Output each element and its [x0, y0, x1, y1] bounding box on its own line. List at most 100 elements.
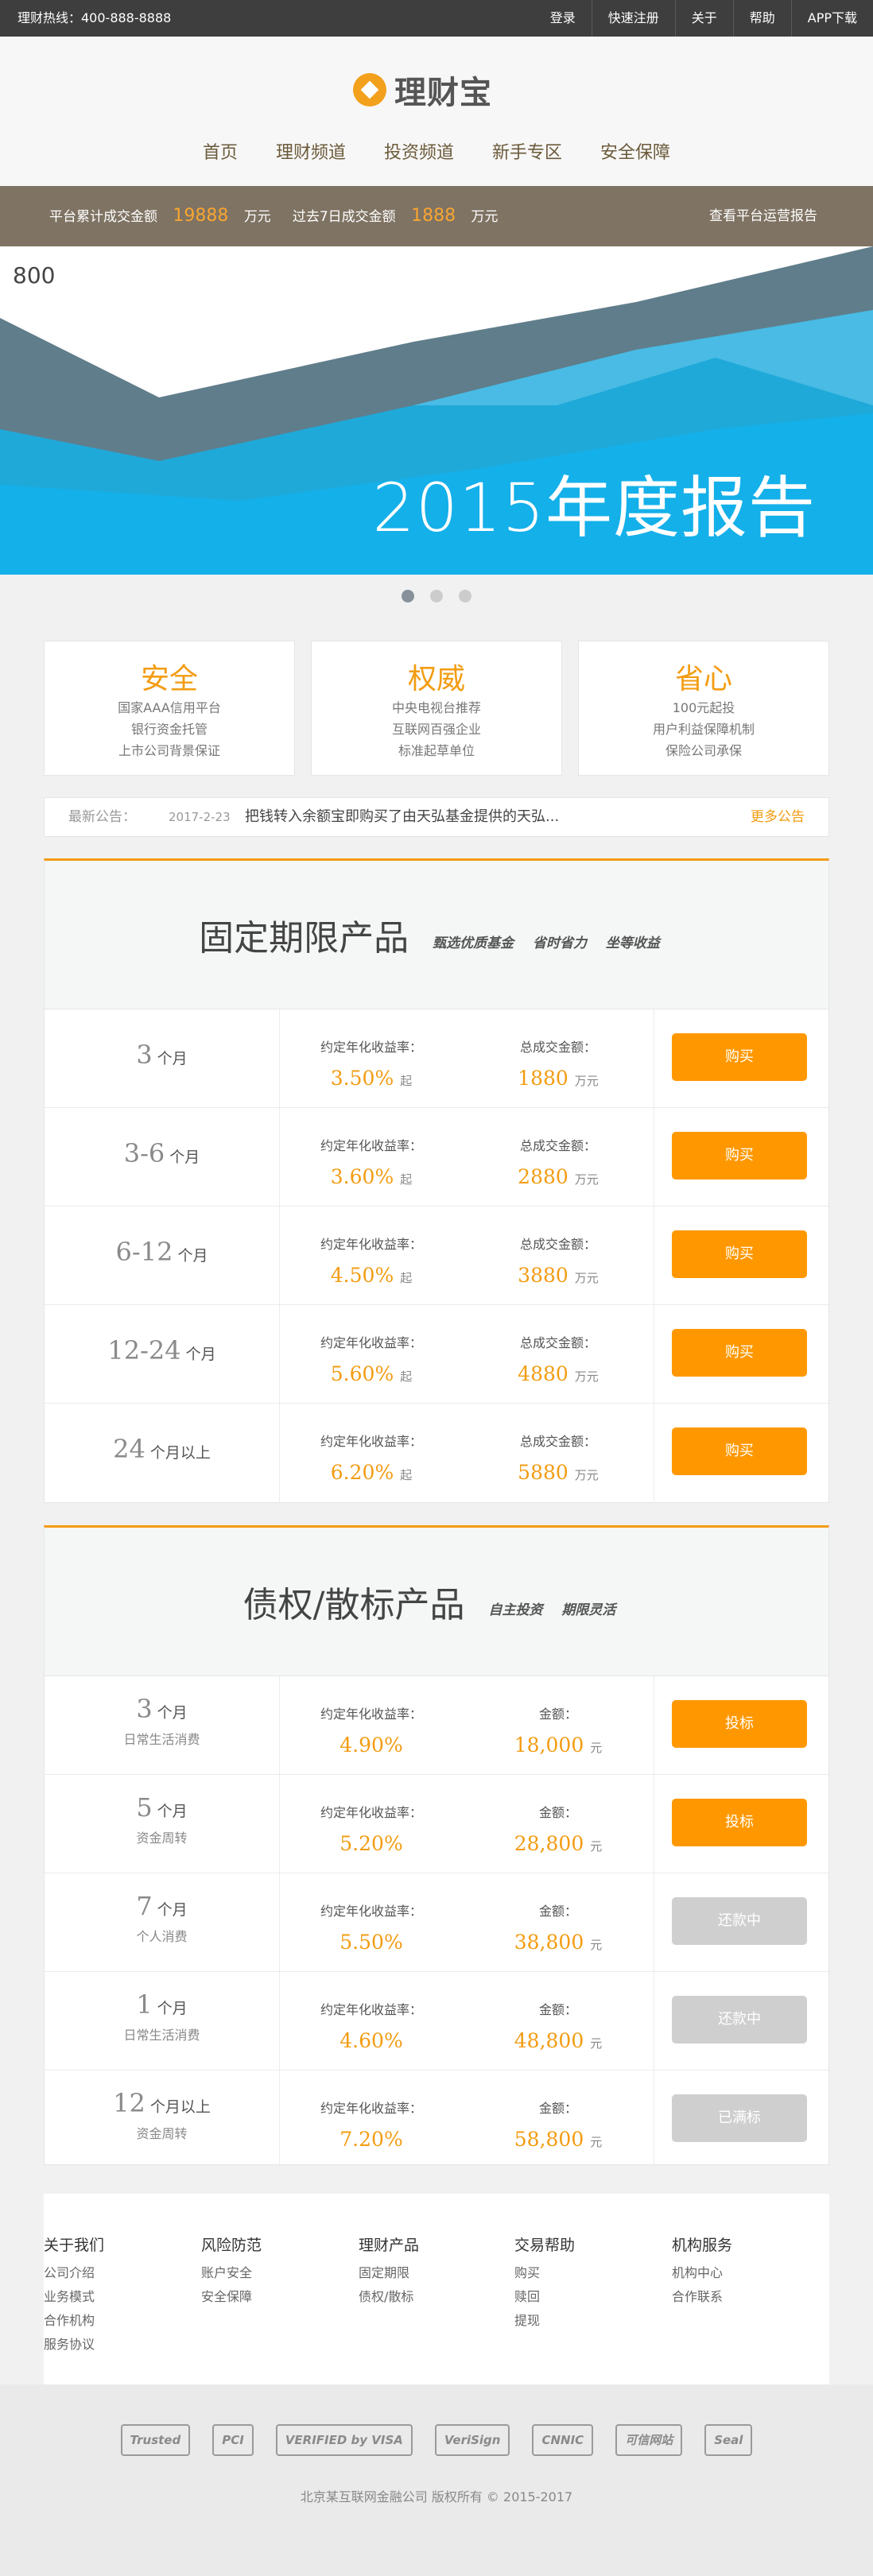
logo[interactable]: 理财宝	[353, 67, 492, 113]
app-download-link[interactable]: APP下载	[790, 0, 873, 37]
amount-value: 2880 万元	[518, 1165, 599, 1188]
footer-link[interactable]: 债权/散标	[359, 2285, 510, 2309]
term-value: 3-6	[123, 1138, 165, 1168]
nav-newbie[interactable]: 新手专区	[492, 138, 562, 164]
nav-home[interactable]: 首页	[203, 138, 238, 164]
amount-unit: 元	[590, 1839, 603, 1854]
product-action: 购买	[654, 1009, 828, 1107]
footer-col-help: 交易帮助 购买 赎回 提现	[514, 2233, 665, 2333]
footer-link[interactable]: 赎回	[514, 2285, 665, 2309]
rate-suffix: 起	[400, 1172, 413, 1187]
footer-link[interactable]: 固定期限	[359, 2261, 510, 2285]
buy-button[interactable]: 购买	[672, 1033, 807, 1081]
recent-unit: 万元	[471, 209, 499, 225]
amount-value: 28,800 元	[514, 1832, 603, 1855]
login-link[interactable]: 登录	[534, 0, 592, 37]
site-header: 理财宝 首页 理财频道 投资频道 新手专区 安全保障	[0, 37, 873, 186]
bid-button[interactable]: 投标	[672, 1799, 807, 1846]
top-bar: 理财热线：400-888-8888 登录 快速注册 关于 帮助 APP下载	[0, 0, 873, 37]
tag: 甄选优质基金	[433, 935, 514, 951]
report-link[interactable]: 查看平台运营报告	[709, 186, 817, 246]
footer-col-risk: 风险防范 账户安全 安全保障	[201, 2233, 352, 2309]
trusted-site-badge-icon[interactable]: 可信网站	[615, 2424, 683, 2456]
nav-finance[interactable]: 理财频道	[276, 138, 346, 164]
term-unit: 个月	[169, 1149, 200, 1166]
carousel-dot-2[interactable]	[430, 590, 443, 602]
product-rate: 约定年化收益率： 4.60%	[280, 1972, 463, 2052]
footer-col-products: 理财产品 固定期限 债权/散标	[359, 2233, 510, 2309]
pci-badge-icon[interactable]: PCI	[212, 2424, 254, 2456]
status-button: 还款中	[672, 1897, 807, 1945]
footer-link[interactable]: 合作机构	[44, 2309, 195, 2333]
seal-badge-icon[interactable]: Seal	[704, 2424, 753, 2456]
debt-product-list: 3 个月 日常生活消费 约定年化收益率： 4.90% 金额： 18,000 元投标 5 个月 资金周…	[45, 1676, 828, 2169]
rate-label: 约定年化收益率：	[320, 1706, 422, 1722]
footer-link[interactable]: 安全保障	[201, 2285, 352, 2309]
section-title: 固定期限产品	[199, 918, 409, 959]
cnnic-badge-icon[interactable]: CNNIC	[532, 2424, 594, 2456]
amount-value: 4880 万元	[518, 1362, 599, 1385]
feature-title: 省心	[674, 663, 732, 695]
product-action: 还款中	[654, 1972, 828, 2070]
product-rate: 约定年化收益率： 7.20%	[280, 2070, 463, 2151]
product-amount: 金额： 48,800 元	[463, 1972, 654, 2052]
amount-value: 1880 万元	[518, 1067, 599, 1090]
footer-link[interactable]: 机构中心	[672, 2261, 823, 2285]
help-link[interactable]: 帮助	[732, 0, 791, 37]
footer-link[interactable]: 服务协议	[44, 2333, 195, 2357]
buy-button[interactable]: 购买	[672, 1329, 807, 1377]
product-amount: 金额： 28,800 元	[463, 1775, 654, 1855]
buy-button[interactable]: 购买	[672, 1132, 807, 1180]
trusted-badge-icon[interactable]: Trusted	[120, 2424, 191, 2456]
register-link[interactable]: 快速注册	[591, 0, 675, 37]
bid-button[interactable]: 投标	[672, 1700, 807, 1748]
notice-date: 2017-2-23	[169, 810, 231, 824]
amount-unit: 万元	[574, 1369, 599, 1384]
carousel-dot-1[interactable]	[402, 590, 414, 602]
term-purpose: 日常生活消费	[123, 1732, 200, 1747]
amount-unit: 万元	[574, 1271, 599, 1285]
rate-value: 4.90%	[340, 1733, 403, 1757]
feature-line: 银行资金托管	[130, 722, 208, 737]
about-link[interactable]: 关于	[674, 0, 733, 37]
product-amount: 总成交金额： 2880 万元	[463, 1108, 654, 1188]
footer-link[interactable]: 公司介绍	[44, 2261, 195, 2285]
term-purpose: 资金周转	[136, 2126, 188, 2141]
total-label: 平台累计成交金额	[49, 209, 157, 225]
amount-value: 58,800 元	[514, 2128, 603, 2151]
term-value: 3	[136, 1694, 153, 1724]
buy-button[interactable]: 购买	[672, 1230, 807, 1278]
verisign-badge-icon[interactable]: VeriSign	[434, 2424, 510, 2456]
product-row: 3 个月 日常生活消费 约定年化收益率： 4.90% 金额： 18,000 元 投标	[45, 1676, 828, 1775]
footer-link[interactable]: 合作联系	[672, 2285, 823, 2309]
carousel-dot-3[interactable]	[459, 590, 471, 602]
product-action: 购买	[654, 1404, 828, 1501]
nav-invest[interactable]: 投资频道	[384, 138, 454, 164]
footer-link[interactable]: 购买	[514, 2261, 665, 2285]
footer-link[interactable]: 账户安全	[201, 2261, 352, 2285]
footer-link[interactable]: 提现	[514, 2309, 665, 2333]
amount-label: 金额：	[538, 2002, 577, 2017]
amount-label: 总成交金额：	[519, 1138, 596, 1153]
banner-title: 2015年度报告	[372, 469, 816, 547]
product-action: 购买	[654, 1207, 828, 1304]
product-rate: 约定年化收益率： 3.50% 起	[280, 1009, 463, 1090]
amount-unit: 元	[590, 1938, 603, 1952]
more-notices-link[interactable]: 更多公告	[751, 798, 805, 836]
product-rate: 约定年化收益率： 5.20%	[280, 1775, 463, 1855]
rate-value: 4.60%	[340, 2029, 403, 2052]
nav-security[interactable]: 安全保障	[600, 138, 670, 164]
visa-badge-icon[interactable]: VERIFIED by VISA	[275, 2424, 413, 2456]
feature-line: 互联网百强企业	[391, 722, 481, 737]
hotline-text: 理财热线：400-888-8888	[17, 10, 172, 25]
footer-link[interactable]: 业务模式	[44, 2285, 195, 2309]
rate-label: 约定年化收益率：	[320, 1138, 422, 1153]
notice-text-link[interactable]: 把钱转入余额宝即购买了由天弘基金提供的天弘...	[245, 798, 619, 836]
hero-banner[interactable]: 800 2015年度报告	[0, 246, 873, 575]
product-rate: 约定年化收益率： 6.20% 起	[280, 1404, 463, 1484]
product-term: 3-6 个月	[45, 1108, 280, 1206]
product-term: 5 个月 资金周转	[45, 1775, 280, 1873]
product-action: 投标	[654, 1676, 828, 1774]
trust-badges: Trusted PCI VERIFIED by VISA VeriSign CN…	[0, 2424, 873, 2456]
buy-button[interactable]: 购买	[672, 1427, 807, 1475]
